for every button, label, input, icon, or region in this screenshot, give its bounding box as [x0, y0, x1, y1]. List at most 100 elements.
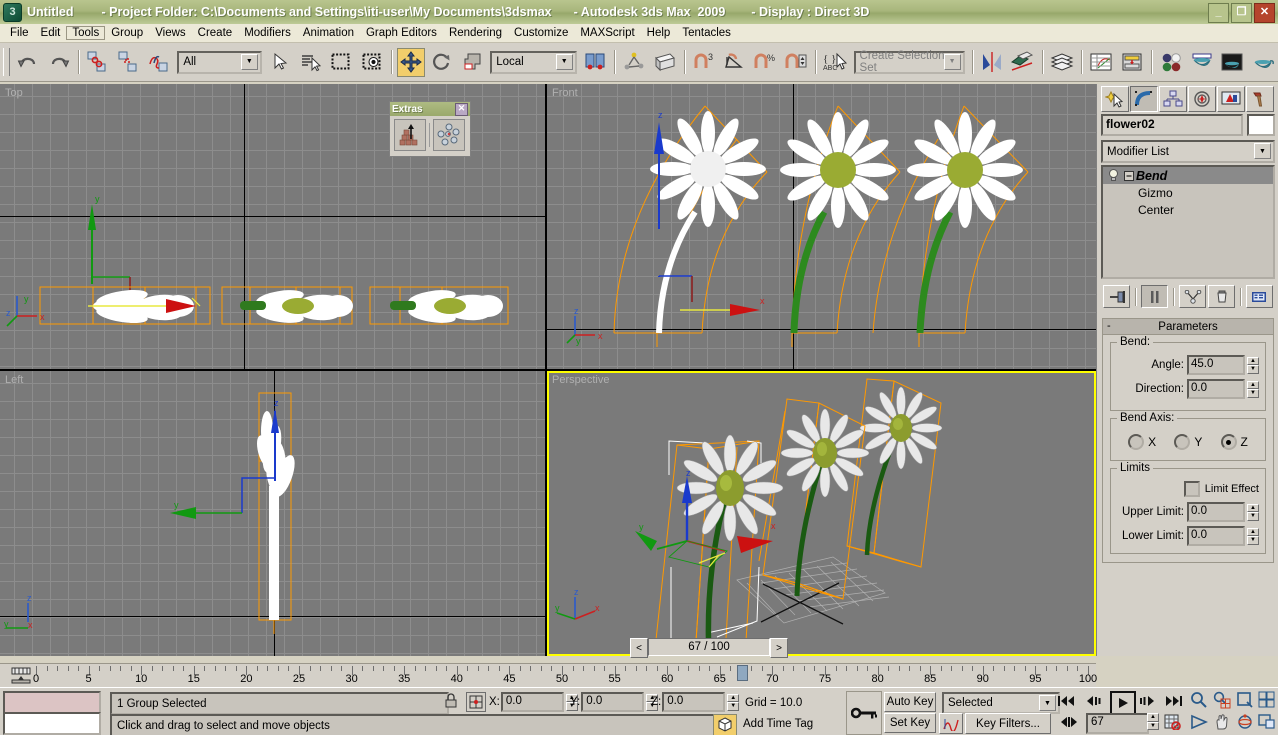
spin-down-icon[interactable]: ▼ — [1247, 512, 1259, 521]
collapse-glyph[interactable]: - — [1107, 320, 1111, 332]
menu-item-tools[interactable]: Tools — [66, 26, 106, 40]
lower-limit-spinner[interactable]: ▲ ▼ — [1247, 527, 1259, 545]
spin-up-icon[interactable]: ▲ — [1247, 380, 1259, 389]
toolbar-grip[interactable] — [3, 48, 10, 76]
track-bar[interactable]: 0 5 10 15 20 25 30 35 40 45 50 55 60 65 70 75 80 85 90 95 10… — [0, 663, 1097, 688]
direction-spinner[interactable]: ▲ ▼ — [1247, 380, 1259, 398]
angle-field[interactable]: 45.0 — [1187, 355, 1245, 375]
display-tab[interactable] — [1217, 86, 1245, 112]
percent-snap-toggle-icon[interactable]: % — [751, 47, 780, 77]
angle-spinner[interactable]: ▲ ▼ — [1247, 356, 1259, 374]
frame-next-button[interactable]: > — [770, 638, 788, 658]
close-icon[interactable]: ✕ — [455, 102, 468, 116]
key-filters-button[interactable]: Key Filters... — [965, 713, 1051, 734]
extras-floater[interactable]: Extras ✕ — [389, 101, 471, 157]
set-key-filters-curve-icon[interactable] — [939, 713, 963, 734]
set-key-button[interactable]: Set Key — [884, 713, 936, 733]
modifier-list-combo[interactable]: Modifier List ▼ — [1101, 140, 1275, 163]
spin-up-icon[interactable]: ▲ — [1247, 356, 1259, 365]
array-icon[interactable] — [394, 119, 426, 151]
spacing-tool-icon[interactable] — [433, 119, 465, 151]
field-of-view-icon[interactable] — [1188, 712, 1210, 732]
select-and-move-icon[interactable] — [396, 47, 426, 77]
x-coordinate-field[interactable]: X: 0.0 ▲ ▼ — [489, 692, 578, 712]
absolute-relative-transform-toggle-icon[interactable] — [466, 692, 486, 712]
restore-button[interactable]: ❐ — [1231, 3, 1252, 23]
lock-selection-icon[interactable] — [444, 693, 458, 709]
render-production-icon[interactable] — [1248, 47, 1277, 77]
spin-down-icon[interactable]: ▼ — [1147, 721, 1159, 730]
schematic-view-icon[interactable] — [1117, 47, 1146, 77]
key-mode-toggle-icon[interactable] — [1058, 713, 1080, 731]
zoom-icon[interactable] — [1188, 690, 1210, 710]
motion-tab[interactable] — [1188, 86, 1216, 112]
viewport-front[interactable]: z x z x y Front — [547, 84, 1096, 369]
modifier-stack[interactable]: Bend Gizmo Center — [1101, 165, 1275, 279]
menu-item-animation[interactable]: Animation — [297, 26, 360, 40]
viewport-perspective[interactable]: z x y z x y Perspective — [547, 371, 1096, 656]
next-frame-icon[interactable] — [1136, 692, 1158, 710]
direction-field[interactable]: 0.0 — [1187, 379, 1245, 399]
curve-editor-icon[interactable] — [1086, 47, 1116, 77]
lower-limit-field[interactable]: 0.0 — [1187, 526, 1245, 546]
mini-listener-pink[interactable] — [3, 691, 101, 714]
spinner-snap-toggle-icon[interactable] — [781, 47, 811, 77]
named-selection-sets-icon[interactable]: { } ABC — [821, 47, 850, 77]
frame-prev-button[interactable]: < — [630, 638, 648, 658]
open-mini-curve-editor-icon[interactable] — [8, 667, 34, 685]
redo-icon[interactable] — [44, 47, 73, 77]
create-selection-set-combo[interactable]: Create Selection Set ▼ — [853, 50, 965, 74]
radio-z-icon[interactable] — [1220, 434, 1237, 450]
time-configuration-icon[interactable] — [1162, 713, 1184, 731]
x-value[interactable]: 0.0 — [500, 692, 564, 712]
menu-item-help[interactable]: Help — [641, 26, 677, 40]
modify-tab[interactable] — [1130, 86, 1158, 112]
spin-down-icon[interactable]: ▼ — [727, 702, 740, 711]
layer-manager-icon[interactable] — [1047, 47, 1076, 77]
add-time-tag-label[interactable]: Add Time Tag — [738, 714, 853, 733]
create-tab[interactable] — [1101, 86, 1129, 112]
pan-icon[interactable] — [1211, 712, 1233, 732]
spin-up-icon[interactable]: ▲ — [1247, 527, 1259, 536]
upper-limit-field[interactable]: 0.0 — [1187, 502, 1245, 522]
spin-up-icon[interactable]: ▲ — [1247, 503, 1259, 512]
bend-axis-y[interactable]: Y — [1174, 434, 1202, 450]
pin-stack-icon[interactable] — [1103, 285, 1130, 308]
select-and-rotate-icon[interactable] — [427, 47, 456, 77]
spin-down-icon[interactable]: ▼ — [1247, 365, 1259, 374]
chevron-down-icon[interactable]: ▼ — [555, 53, 573, 70]
spin-up-icon[interactable]: ▲ — [727, 693, 740, 702]
key-mode-combo[interactable]: Selected ▼ — [942, 692, 1060, 714]
menu-item-customize[interactable]: Customize — [508, 26, 574, 40]
chevron-down-icon[interactable]: ▼ — [1254, 143, 1271, 159]
zoom-extents-icon[interactable] — [1234, 690, 1256, 710]
selection-filter-combo[interactable]: All ▼ — [177, 50, 262, 74]
reference-coordinate-system-combo[interactable]: Local ▼ — [490, 50, 577, 74]
close-button[interactable]: ✕ — [1254, 3, 1275, 23]
bend-axis-x[interactable]: X — [1128, 434, 1156, 450]
align-icon[interactable] — [1008, 47, 1037, 77]
collapse-toggle-icon[interactable] — [1121, 170, 1136, 181]
frame-slider-readout[interactable]: 67 / 100 — [648, 638, 770, 656]
undo-icon[interactable] — [13, 47, 43, 77]
time-tag-icon[interactable] — [713, 714, 737, 735]
limit-effect-row[interactable]: Limit Effect — [1117, 481, 1259, 497]
modifier-stack-entry-bend[interactable]: Bend — [1103, 167, 1273, 184]
radio-y-icon[interactable] — [1174, 434, 1191, 450]
show-end-result-icon[interactable] — [1141, 285, 1168, 308]
y-coordinate-field[interactable]: Y: 0.0 ▲ ▼ — [570, 692, 659, 712]
z-value[interactable]: 0.0 — [662, 692, 726, 712]
parameters-rollout-header[interactable]: - Parameters — [1103, 319, 1273, 335]
object-name-field[interactable]: flower02 — [1101, 114, 1243, 136]
menu-item-group[interactable]: Group — [105, 26, 149, 40]
bind-to-space-warp-icon[interactable] — [144, 47, 174, 77]
arc-rotate-icon[interactable] — [1234, 712, 1256, 732]
select-and-link-icon[interactable] — [83, 47, 113, 77]
limit-effect-checkbox[interactable] — [1183, 481, 1200, 497]
chevron-down-icon[interactable]: ▼ — [943, 53, 961, 70]
goto-start-icon[interactable] — [1055, 692, 1077, 710]
spin-up-icon[interactable]: ▲ — [1147, 713, 1159, 722]
auto-key-button[interactable]: Auto Key — [884, 692, 936, 712]
render-setup-icon[interactable] — [1187, 47, 1216, 77]
spin-down-icon[interactable]: ▼ — [1247, 536, 1259, 545]
